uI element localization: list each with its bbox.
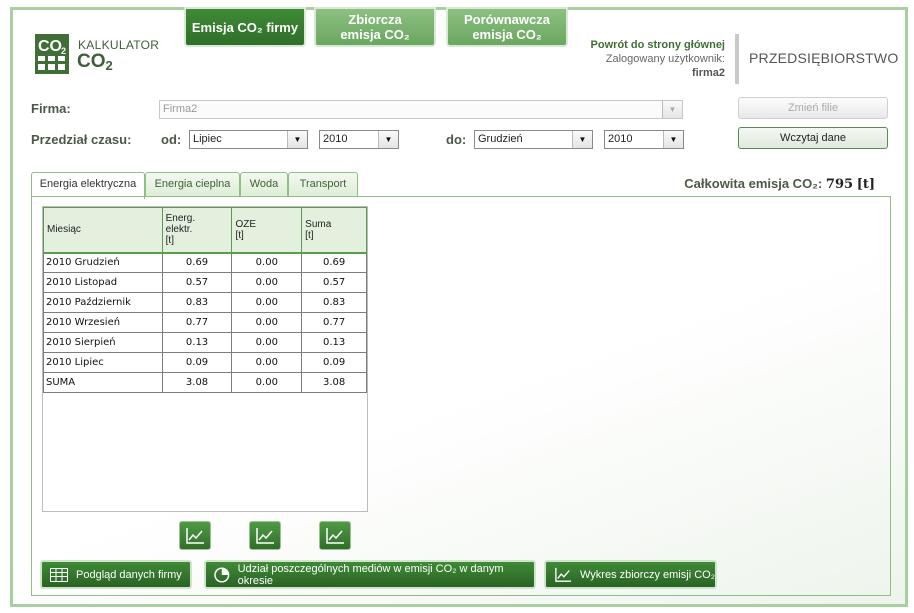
cell-oze: 0.00 (231, 252, 303, 273)
svg-text:2: 2 (61, 46, 66, 56)
cell-month: 2010 Grudzień (43, 252, 163, 273)
total-emission: Całkowita emisja CO₂: 795 [t] (684, 176, 875, 192)
line-chart-icon (326, 527, 344, 544)
to-month-select[interactable]: Grudzień ▼ (474, 130, 593, 149)
cell-month: 2010 Lipiec (43, 352, 163, 373)
chart-electricity-button[interactable] (179, 521, 211, 550)
cell-electricity: 0.69 (161, 252, 233, 273)
firma-label: Firma: (31, 101, 71, 116)
chart-sum-button[interactable] (319, 521, 351, 550)
from-year-select[interactable]: 2010 ▼ (319, 130, 399, 149)
company-type-label: PRZEDSIĘBIORSTWO (749, 50, 899, 66)
table-row[interactable]: 2010 Listopad 0.57 0.00 0.57 (43, 272, 367, 293)
cell-oze: 0.00 (231, 352, 303, 373)
cell-sum: 0.77 (301, 312, 367, 333)
cell-electricity: 0.77 (161, 312, 233, 333)
app-frame: CO 2 KALKULATOR CO2 Emisja CO₂ firmy Zbi… (10, 7, 908, 607)
table-row[interactable]: 2010 Lipiec 0.09 0.00 0.09 (43, 352, 367, 373)
column-header-electricity[interactable]: Energ. elektr. [t] (161, 207, 233, 254)
media-share-button[interactable]: Udział poszczególnych mediów w emisji CO… (204, 560, 536, 589)
cell-sum: 0.83 (301, 292, 367, 313)
data-grid: Miesiąc Energ. elektr. [t] OZE [t] Suma [t] … (42, 206, 368, 512)
to-year-select[interactable]: 2010 ▼ (604, 130, 684, 149)
chevron-down-icon: ▼ (662, 101, 682, 118)
svg-text:CO: CO (38, 38, 62, 55)
column-header-oze[interactable]: OZE [t] (231, 207, 303, 254)
chevron-down-icon: ▼ (663, 131, 683, 148)
pie-chart-icon (214, 566, 230, 583)
tab-water[interactable]: Woda (240, 172, 288, 197)
cell-sum: 0.09 (301, 352, 367, 373)
cell-oze: 0.00 (231, 332, 303, 353)
logged-user-label: Zalogowany użytkownik: (605, 53, 725, 65)
cell-electricity: 3.08 (161, 372, 233, 393)
table-header-row: Miesiąc Energ. elektr. [t] OZE [t] Suma [t] (43, 207, 367, 254)
firma-select[interactable]: Firma2 ▼ (159, 100, 683, 119)
table-summary-row[interactable]: SUMA 3.08 0.00 3.08 (43, 372, 367, 393)
username: firma2 (691, 67, 725, 79)
cell-month: 2010 Listopad (43, 272, 163, 293)
cell-electricity: 0.09 (161, 352, 233, 373)
from-month-select[interactable]: Lipiec ▼ (189, 130, 308, 149)
aggregate-chart-button[interactable]: Wykres zbiorczy emisji CO₂ (544, 560, 717, 589)
table-row[interactable]: 2010 Wrzesień 0.77 0.00 0.77 (43, 312, 367, 333)
cell-sum: 0.13 (301, 332, 367, 353)
co2-logo-icon: CO 2 (35, 34, 69, 74)
chevron-down-icon: ▼ (378, 131, 398, 148)
line-chart-icon (555, 567, 571, 582)
table-grid-icon (50, 567, 68, 582)
nav-aggregate-emission[interactable]: Zbiorcza emisja CO₂ (314, 7, 436, 47)
table-row[interactable]: 2010 Sierpień 0.13 0.00 0.13 (43, 332, 367, 353)
cell-month: 2010 Październik (43, 292, 163, 313)
cell-sum: 0.69 (301, 252, 367, 273)
load-data-button[interactable]: Wczytaj dane (738, 127, 888, 149)
period-label: Przedział czasu: (31, 132, 132, 147)
header-separator (735, 34, 739, 84)
table-row[interactable]: 2010 Grudzień 0.69 0.00 0.69 (43, 252, 367, 273)
column-header-month[interactable]: Miesiąc (43, 207, 163, 254)
cell-sum: 3.08 (301, 372, 367, 393)
chevron-down-icon: ▼ (572, 131, 592, 148)
cell-oze: 0.00 (231, 272, 303, 293)
cell-month: 2010 Wrzesień (43, 312, 163, 333)
cell-electricity: 0.13 (161, 332, 233, 353)
company-data-preview-button[interactable]: Podgląd danych firmy (40, 560, 192, 589)
nav-comparative-emission[interactable]: Porównawcza emisja CO₂ (446, 7, 568, 47)
column-header-sum[interactable]: Suma [t] (301, 207, 367, 254)
to-label: do: (446, 132, 467, 147)
total-emission-label: Całkowita emisja CO₂: (684, 176, 823, 191)
tab-electricity[interactable]: Energia elektryczna (31, 172, 145, 199)
company-data-preview-label: Podgląd danych firmy (76, 568, 182, 581)
aggregate-chart-label: Wykres zbiorczy emisji CO₂ (580, 568, 715, 581)
tab-heat[interactable]: Energia cieplna (145, 172, 240, 197)
cell-electricity: 0.83 (161, 292, 233, 313)
change-file-button[interactable]: Zmień filie (738, 97, 888, 119)
emission-table: Miesiąc Energ. elektr. [t] OZE [t] Suma [t] … (43, 207, 367, 393)
logo-title: KALKULATOR (78, 38, 160, 52)
line-chart-icon (186, 527, 204, 544)
table-row[interactable]: 2010 Październik 0.83 0.00 0.83 (43, 292, 367, 313)
cell-oze: 0.00 (231, 292, 303, 313)
chevron-down-icon: ▼ (287, 131, 307, 148)
cell-electricity: 0.57 (161, 272, 233, 293)
nav-company-emission[interactable]: Emisja CO₂ firmy (184, 7, 306, 47)
tab-transport[interactable]: Transport (288, 172, 358, 197)
cell-oze: 0.00 (231, 372, 303, 393)
chart-oze-button[interactable] (249, 521, 281, 550)
total-emission-value: 795 (825, 177, 854, 192)
home-link[interactable]: Powrót do strony głównej (591, 38, 725, 52)
from-label: od: (161, 132, 182, 147)
media-share-label: Udział poszczególnych mediów w emisji CO… (237, 562, 504, 587)
cell-month: SUMA (43, 372, 163, 393)
cell-month: 2010 Sierpień (43, 332, 163, 353)
user-info: Powrót do strony głównej Zalogowany użyt… (591, 38, 725, 80)
line-chart-icon (256, 527, 274, 544)
cell-sum: 0.57 (301, 272, 367, 293)
logo-subtitle: CO2 (77, 51, 113, 73)
cell-oze: 0.00 (231, 312, 303, 333)
total-emission-unit: [t] (856, 177, 875, 192)
